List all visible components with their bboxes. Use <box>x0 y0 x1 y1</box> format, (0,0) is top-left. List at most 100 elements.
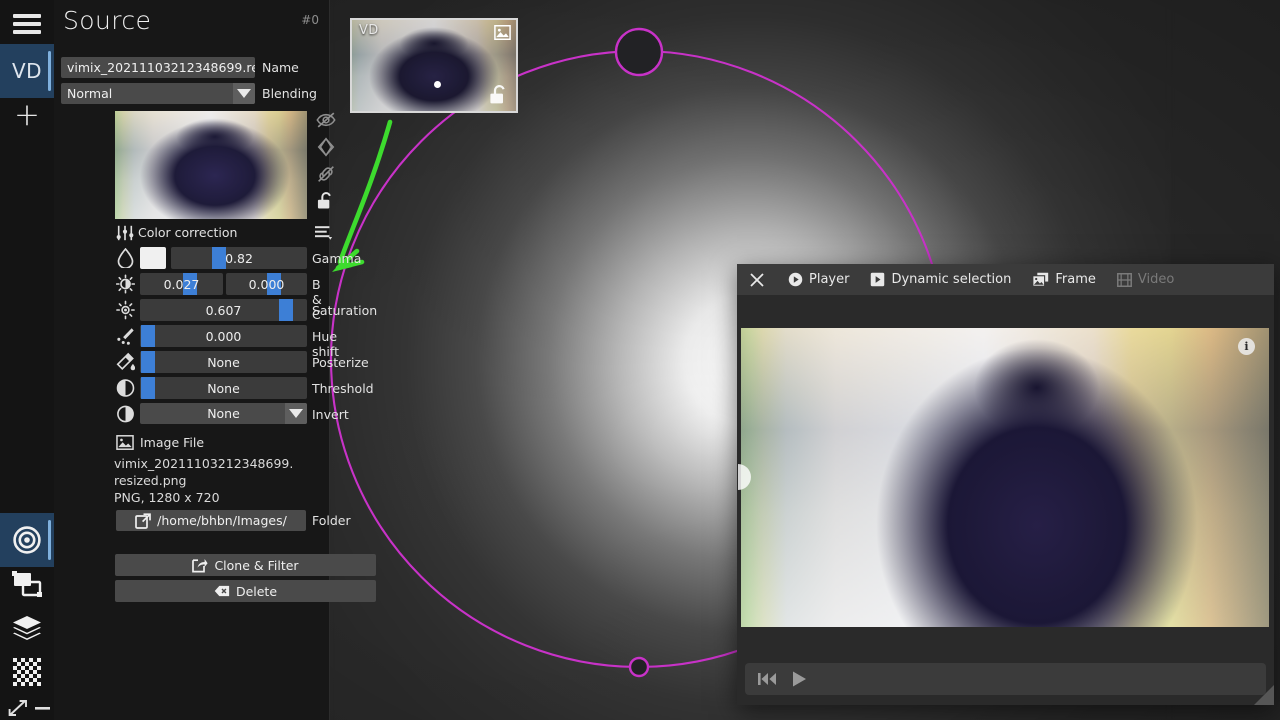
add-source-button[interactable]: + <box>0 88 54 142</box>
clone-filter-label: Clone & Filter <box>214 558 298 573</box>
hue-shift-value: 0.000 <box>206 329 242 344</box>
threshold-value: None <box>207 381 240 396</box>
path-handle-top[interactable] <box>616 29 662 75</box>
source-panel: Source #0 vimix_20211103212348699.resiz … <box>54 0 329 720</box>
invert-select[interactable]: None <box>140 403 307 424</box>
invert-drop-icon <box>116 404 135 424</box>
name-input[interactable]: vimix_20211103212348699.resiz <box>61 57 255 78</box>
palette-icon <box>116 352 135 372</box>
symmetry-icon[interactable] <box>313 134 339 160</box>
layers-icon <box>12 615 42 641</box>
delete-button[interactable]: Delete <box>115 580 376 602</box>
tab-frame[interactable]: Frame <box>1032 272 1096 287</box>
saturation-label: Saturation <box>312 303 377 318</box>
player-video-preview[interactable]: i <box>741 328 1269 627</box>
chevron-down-icon[interactable] <box>233 83 255 104</box>
sliders-icon <box>116 225 134 241</box>
play-square-icon <box>870 272 885 287</box>
brush-icon <box>116 326 135 346</box>
minimize-button[interactable] <box>32 698 54 718</box>
saturation-slider-knob[interactable] <box>279 299 293 321</box>
source-center-handle[interactable] <box>434 81 441 88</box>
unlock-icon[interactable] <box>313 188 339 214</box>
skip-back-icon <box>757 671 777 687</box>
tab-player-label: Player <box>809 272 849 287</box>
source-thumbnail-card[interactable]: VD <box>350 18 518 113</box>
play-circle-icon <box>788 272 803 287</box>
tab-video[interactable]: Video <box>1117 272 1174 287</box>
hue-shift-slider-knob[interactable] <box>141 325 155 347</box>
posterize-slider-knob[interactable] <box>141 351 155 373</box>
link-broken-icon[interactable] <box>313 161 339 187</box>
gamma-label: Gamma <box>312 251 361 266</box>
brightness-slider[interactable]: 0.027 <box>140 273 223 295</box>
threshold-slider[interactable]: None <box>140 377 307 399</box>
player-window[interactable]: Player Dynamic selection Frame <box>737 264 1274 705</box>
clone-icon <box>192 557 208 573</box>
invert-label: Invert <box>312 407 349 422</box>
expand-button[interactable] <box>6 698 30 718</box>
list-menu-icon[interactable] <box>315 225 333 240</box>
posterize-value: None <box>207 355 240 370</box>
tab-player[interactable]: Player <box>788 272 849 287</box>
eye-off-icon[interactable] <box>313 107 339 133</box>
gamma-slider[interactable]: 0.82 <box>171 247 307 269</box>
gamma-value: 0.82 <box>225 251 253 266</box>
checkerboard-icon <box>13 658 41 686</box>
saturation-value: 0.607 <box>206 303 242 318</box>
open-external-icon <box>135 513 151 529</box>
tab-video-label: Video <box>1138 272 1174 287</box>
tab-dynamic-selection[interactable]: Dynamic selection <box>870 272 1011 287</box>
expand-arrows-icon <box>8 699 28 717</box>
contrast-slider[interactable]: 0.000 <box>226 273 307 295</box>
info-icon[interactable]: i <box>1238 338 1255 355</box>
unlock-icon[interactable] <box>489 84 509 106</box>
play-button[interactable] <box>791 670 808 688</box>
image-file-section-label: Image File <box>140 435 204 450</box>
image-format-info: PNG, 1280 x 720 <box>114 490 220 505</box>
posterize-slider[interactable]: None <box>140 351 307 373</box>
resize-grip-icon[interactable] <box>1250 681 1274 705</box>
brightness-icon <box>116 274 135 294</box>
player-transport-bar[interactable] <box>745 663 1266 695</box>
minus-icon <box>34 704 52 712</box>
saturation-slider[interactable]: 0.607 <box>140 299 307 321</box>
sun-icon <box>116 300 135 320</box>
gamma-color-swatch[interactable] <box>140 247 166 269</box>
threshold-slider-knob[interactable] <box>141 377 155 399</box>
player-titlebar[interactable]: Player Dynamic selection Frame <box>737 264 1274 295</box>
chevron-down-icon[interactable] <box>285 403 307 424</box>
name-row: vimix_20211103212348699.resiz Name <box>61 57 299 78</box>
blending-row: Normal Blending <box>61 83 317 104</box>
gamma-slider-knob[interactable] <box>212 247 226 269</box>
blending-select[interactable]: Normal <box>61 83 255 104</box>
rewind-button[interactable] <box>757 671 777 687</box>
image-icon <box>494 25 511 40</box>
blending-label: Blending <box>262 86 317 101</box>
add-source-label: + <box>14 100 40 131</box>
target-icon <box>12 525 42 555</box>
threshold-label: Threshold <box>312 381 374 396</box>
image-icon <box>116 435 134 450</box>
film-icon <box>1117 273 1132 287</box>
posterize-label: Posterize <box>312 355 369 370</box>
folder-label: Folder <box>312 513 351 528</box>
clone-filter-button[interactable]: Clone & Filter <box>115 554 376 576</box>
brightness-value: 0.027 <box>164 277 200 292</box>
texture-view-button[interactable] <box>0 645 54 699</box>
name-label: Name <box>262 60 299 75</box>
path-handle-bottom[interactable] <box>630 658 648 676</box>
hue-shift-slider[interactable]: 0.000 <box>140 325 307 347</box>
delete-label: Delete <box>236 584 277 599</box>
name-input-value: vimix_20211103212348699.resiz <box>61 60 255 75</box>
source-preview[interactable] <box>115 111 307 219</box>
crop-frame-icon <box>12 571 42 597</box>
image-filename-line2: resized.png <box>114 473 187 488</box>
color-correction-title: Color correction <box>138 225 237 240</box>
source-id-badge: #0 <box>301 13 319 27</box>
close-icon[interactable] <box>747 273 767 287</box>
hamburger-menu-icon[interactable] <box>13 14 41 38</box>
source-thumbnail-label: VD <box>359 23 379 38</box>
folder-path-button[interactable]: /home/bhbn/Images/ <box>116 510 306 531</box>
page-title: Source <box>63 6 151 35</box>
